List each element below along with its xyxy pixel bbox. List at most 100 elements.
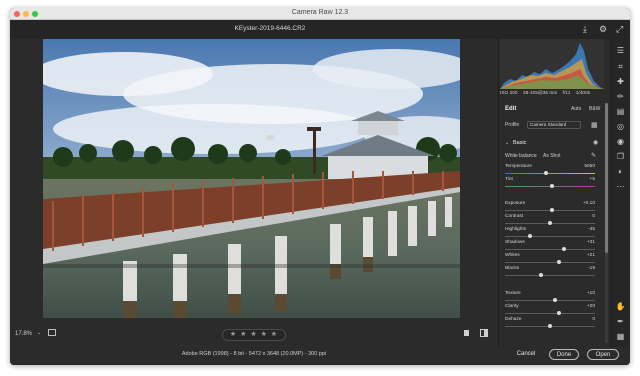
before-after-icon[interactable] [480, 329, 488, 337]
collapse-chevron-icon[interactable]: ⌄ [505, 140, 509, 146]
slider-track[interactable] [505, 262, 595, 263]
visibility-eye-icon[interactable]: ◉ [593, 139, 598, 146]
eyedropper-icon[interactable]: ✎ [591, 152, 596, 159]
slider-value[interactable]: +20 [587, 304, 595, 309]
more-icon[interactable]: ⋯ [615, 181, 626, 192]
slider-value[interactable]: -45 [588, 227, 595, 232]
edit-tool-icon[interactable]: ☰ [615, 45, 626, 56]
photo-preview[interactable] [43, 39, 460, 318]
brush-tool-icon[interactable]: ✏ [615, 91, 626, 102]
exif-lens: 28-105@35 mm [522, 91, 558, 96]
fullscreen-icon[interactable]: ⤢ [616, 24, 623, 34]
slider-knob[interactable] [552, 298, 557, 302]
snapshots-icon[interactable]: ❐ [615, 151, 626, 162]
slider-label: Blacks [505, 266, 520, 271]
profile-row: Profile Camera Standard ▦ [505, 119, 607, 131]
slider-value[interactable]: 5050 [584, 164, 595, 169]
bw-button[interactable]: B&W [589, 106, 600, 112]
slider-value[interactable]: 0 [592, 317, 595, 322]
slider-label: Contrast [505, 214, 524, 219]
slider-track[interactable] [505, 275, 595, 276]
radial-tool-icon[interactable]: ◎ [615, 121, 626, 132]
slider-value[interactable]: 0 [592, 214, 595, 219]
exif-shutter: 1/400s [575, 91, 591, 96]
slider-knob[interactable] [549, 208, 554, 212]
panel-scrollbar[interactable] [605, 103, 608, 343]
hand-tool-icon[interactable]: ✋ [615, 301, 626, 312]
slider-dehaze[interactable]: Dehaze 0 [505, 317, 595, 333]
window-title: Camera Raw 12.3 [291, 9, 349, 16]
profile-select[interactable]: Camera Standard [527, 121, 581, 129]
slider-knob[interactable] [543, 171, 548, 175]
histogram [500, 39, 604, 89]
slider-track[interactable] [505, 313, 595, 314]
white-balance-select[interactable]: As Shot [543, 153, 561, 159]
presets-icon[interactable]: ◐ [615, 166, 626, 177]
file-info[interactable]: Adobe RGB (1998) - 8 bit - 5472 x 3648 (… [10, 351, 498, 357]
profile-value: Camera Standard [530, 122, 567, 127]
edit-panel: ISO 200 28-105@35 mm f/11 1/400s Edit Au… [498, 39, 610, 347]
slider-knob[interactable] [539, 273, 543, 277]
slider-value[interactable]: +21 [587, 253, 595, 258]
basic-label: Basic [513, 140, 527, 146]
slider-knob[interactable] [561, 247, 566, 251]
title-bar: Camera Raw 12.3 [10, 8, 630, 20]
slider-label: Exposure [505, 201, 526, 206]
slider-value[interactable]: +0.10 [583, 201, 595, 206]
slider-label: Temperature [505, 164, 532, 169]
histogram-graph [500, 43, 604, 89]
pier-photo [43, 39, 460, 318]
crop-tool-icon[interactable]: ⌗ [615, 61, 626, 72]
slider-knob[interactable] [557, 260, 561, 264]
slider-knob[interactable] [528, 234, 533, 238]
slider-label: Clarity [505, 304, 519, 309]
slider-value[interactable]: +5 [590, 177, 595, 182]
slider-tint[interactable]: Tint +5 [505, 177, 595, 193]
slider-value[interactable]: +10 [587, 291, 595, 296]
panel-scroll-thumb[interactable] [605, 103, 608, 253]
gradient-tool-icon[interactable]: ▤ [615, 106, 626, 117]
zoom-dropdown-icon[interactable]: ⌄ [37, 330, 41, 336]
compare-icon[interactable] [48, 329, 56, 336]
profile-label: Profile [505, 122, 520, 128]
cancel-button[interactable]: Cancel [512, 349, 540, 360]
camera-raw-window: Camera Raw 12.3 KEyster-2019-6446.CR2 ⤓ … [10, 8, 630, 365]
exif-info: ISO 200 28-105@35 mm f/11 1/400s [500, 91, 610, 96]
profile-browser-icon[interactable]: ▦ [591, 121, 598, 129]
sampler-tool-icon[interactable]: ✒ [615, 316, 626, 327]
slider-track[interactable] [505, 236, 595, 237]
slider-value[interactable]: +31 [587, 240, 595, 245]
zoom-level[interactable]: 17.8% [15, 331, 32, 337]
slider-track[interactable] [505, 300, 595, 301]
auto-button[interactable]: Auto [571, 106, 581, 112]
slider-track[interactable] [505, 173, 595, 174]
slider-knob[interactable] [557, 311, 561, 315]
filmstrip-icon[interactable] [464, 330, 469, 336]
star-rating[interactable]: ★ ★ ★ ★ ★ [222, 329, 286, 341]
exif-iso: ISO 200 [500, 91, 518, 96]
open-button[interactable]: Open [587, 349, 619, 360]
slider-value[interactable]: -19 [588, 266, 595, 271]
done-button[interactable]: Done [549, 349, 579, 360]
heal-tool-icon[interactable]: ✚ [615, 76, 626, 87]
slider-label: Shadows [505, 240, 525, 245]
image-canvas [10, 39, 498, 325]
slider-label: Highlights [505, 227, 527, 232]
file-name: KEyster-2019-6446.CR2 [234, 25, 306, 32]
slider-track[interactable] [505, 249, 595, 250]
rating-stars[interactable]: ★ ★ ★ ★ ★ [230, 331, 278, 338]
white-balance-label: White balance [505, 153, 537, 159]
slider-label: Whites [505, 253, 520, 258]
grid-icon[interactable]: ▦ [615, 331, 626, 342]
slider-knob[interactable] [548, 324, 552, 328]
slider-blacks[interactable]: Blacks -19 [505, 266, 595, 282]
save-icon[interactable]: ⤓ [583, 24, 587, 34]
tool-strip: ☰ ⌗ ✚ ✏ ▤ ◎ ◉ ❐ ◐ ⋯ ✋ ✒ ▦ [610, 39, 630, 347]
slider-knob[interactable] [549, 184, 554, 188]
edit-header: Edit Auto B&W [505, 103, 605, 115]
basic-section-header[interactable]: ⌄ Basic ◉ [505, 139, 605, 149]
redeye-tool-icon[interactable]: ◉ [615, 136, 626, 147]
slider-label: Tint [505, 177, 513, 182]
gear-icon[interactable]: ⚙ [599, 24, 607, 34]
slider-knob[interactable] [548, 221, 552, 225]
